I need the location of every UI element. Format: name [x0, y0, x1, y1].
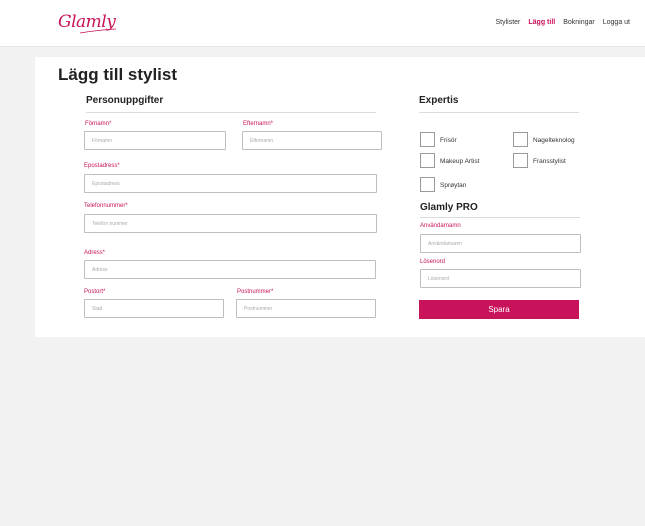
nav-logga-ut[interactable]: Logga ut: [603, 19, 630, 26]
expertis-section-title: Expertis: [419, 95, 459, 106]
add-stylist-form: Lägg till stylist Personuppgifter Förnam…: [35, 57, 645, 337]
username-label: Användarnamn: [420, 223, 461, 229]
lastname-label: Efternamn*: [243, 121, 274, 127]
top-navigation-bar: Glamly Stylister Lägg till Bokningar Log…: [0, 0, 645, 47]
checkbox-frisor[interactable]: [420, 132, 435, 147]
firstname-label: Förnamn*: [85, 121, 112, 127]
checkbox-makeup-artist[interactable]: [420, 153, 435, 168]
lastname-input[interactable]: [242, 131, 382, 150]
nav-stylister[interactable]: Stylister: [495, 19, 520, 26]
page-title: Lägg till stylist: [58, 65, 178, 84]
checkbox-fransstylist[interactable]: [513, 153, 528, 168]
address-label: Adress*: [84, 250, 106, 256]
phone-input[interactable]: [84, 214, 377, 233]
checkbox-makeup-artist-label: Makeup Artist: [440, 158, 480, 165]
username-input[interactable]: [420, 234, 581, 253]
logo-text: Glamly: [58, 12, 116, 32]
city-label: Postort*: [84, 289, 106, 295]
checkbox-fransstylist-label: Fransstylist: [533, 158, 566, 165]
personal-section-divider: [86, 112, 376, 113]
checkbox-sprytan-label: Sprøytan: [440, 182, 467, 189]
password-label: Lösenord: [420, 259, 446, 265]
pro-section-divider: [420, 217, 580, 218]
zip-label: Postnummer*: [237, 289, 274, 295]
personal-section-title: Personuppgifter: [86, 95, 164, 106]
checkbox-frisor-label: Frisör: [440, 137, 457, 144]
password-input[interactable]: [420, 269, 581, 288]
email-input[interactable]: [84, 174, 377, 193]
phone-label: Telefonnummer*: [84, 203, 128, 209]
firstname-input[interactable]: [84, 131, 226, 150]
checkbox-nagelteknolog-label: Nagelteknolog: [533, 137, 575, 144]
save-button[interactable]: Spara: [419, 300, 579, 319]
checkbox-sprytan[interactable]: [420, 177, 435, 192]
pro-section-title: Glamly PRO: [420, 202, 478, 213]
city-input[interactable]: [84, 299, 224, 318]
expertis-section-divider: [419, 112, 579, 113]
zip-input[interactable]: [236, 299, 376, 318]
nav-bokningar[interactable]: Bokningar: [563, 19, 595, 26]
glamly-logo[interactable]: Glamly: [58, 10, 118, 38]
email-label: Epostadress*: [84, 163, 120, 169]
checkbox-nagelteknolog[interactable]: [513, 132, 528, 147]
address-input[interactable]: [84, 260, 376, 279]
main-nav: Stylister Lägg till Bokningar Logga ut: [495, 19, 630, 26]
nav-lagg-till[interactable]: Lägg till: [528, 19, 555, 26]
